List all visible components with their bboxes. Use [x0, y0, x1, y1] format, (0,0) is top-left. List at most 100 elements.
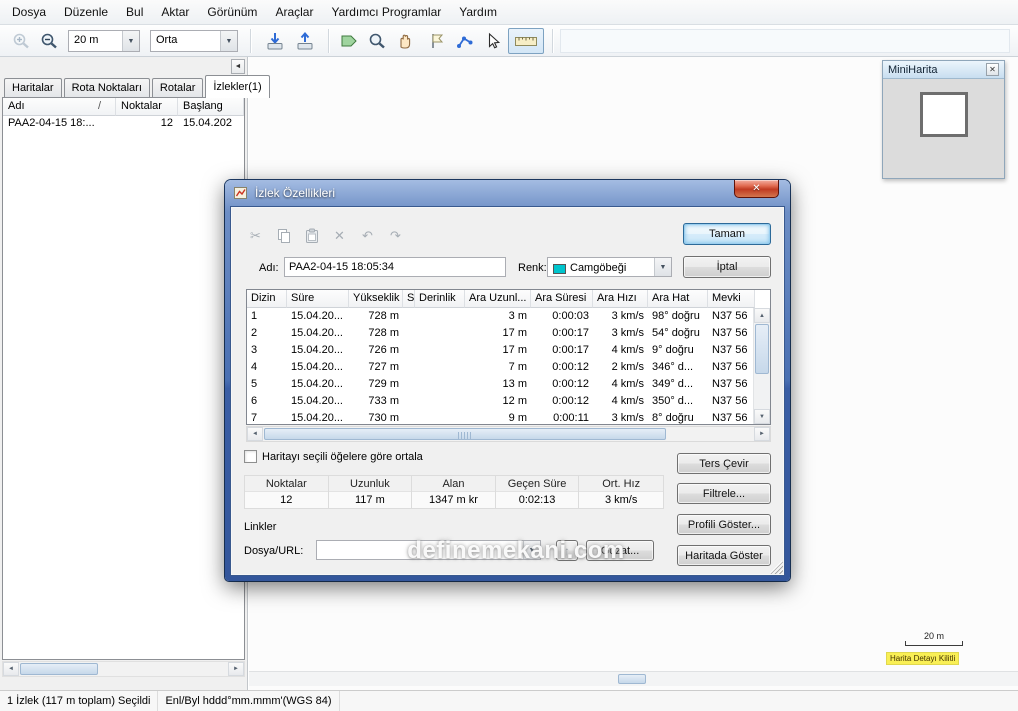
track-table-row[interactable]: 715.04.20...730 m9 m0:00:113 km/s8° doğr…: [247, 410, 753, 424]
track-column-header-6[interactable]: Ara Süresi: [531, 290, 593, 308]
track-cell-1-0: 2: [247, 325, 287, 342]
sidebar: ◄ HaritalarRota NoktalarıRotalarİzlekler…: [0, 57, 248, 690]
dropdown-arrow-icon[interactable]: ▼: [654, 258, 671, 276]
scrollbar-thumb[interactable]: [618, 674, 646, 684]
dropdown-arrow-icon[interactable]: ▼: [220, 31, 237, 51]
file-url-combo[interactable]: ▼: [316, 540, 541, 560]
menu-item-4[interactable]: Görünüm: [198, 1, 266, 23]
track-table-row[interactable]: 515.04.20...729 m13 m0:00:124 km/s349° d…: [247, 376, 753, 393]
track-table-row[interactable]: 115.04.20...728 m3 m0:00:033 km/s98° doğ…: [247, 308, 753, 325]
menu-item-5[interactable]: Araçlar: [266, 1, 322, 23]
sidebar-collapse-button[interactable]: ◄: [231, 59, 245, 74]
menu-item-2[interactable]: Bul: [117, 1, 152, 23]
track-points-table[interactable]: DizinSüreYükseklikSDerinlikAra Uzunl...A…: [246, 289, 771, 425]
flag-tool-button[interactable]: [424, 28, 450, 54]
scrollbar-thumb[interactable]: [755, 324, 769, 374]
label-tool-button[interactable]: [336, 28, 362, 54]
track-table-row[interactable]: 415.04.20...727 m7 m0:00:122 km/s346° d.…: [247, 359, 753, 376]
dropdown-arrow-icon[interactable]: ▼: [523, 541, 540, 559]
cut-button[interactable]: ✂: [245, 226, 266, 246]
track-column-header-7[interactable]: Ara Hızı: [593, 290, 648, 308]
minimap-viewport[interactable]: [920, 92, 968, 137]
dropdown-arrow-icon[interactable]: ▼: [122, 31, 139, 51]
track-column-header-5[interactable]: Ara Uzunl...: [465, 290, 531, 308]
scroll-right-button[interactable]: ►: [754, 427, 770, 441]
track-cell-3-7: 2 km/s: [593, 359, 648, 376]
track-column-header-2[interactable]: Yükseklik: [349, 290, 403, 308]
sidebar-tab-1[interactable]: Rota Noktaları: [64, 78, 150, 98]
dialog-resize-grip[interactable]: [770, 561, 783, 574]
scroll-down-button[interactable]: ▼: [754, 409, 770, 424]
scroll-left-button[interactable]: ◄: [247, 427, 263, 441]
track-table-horizontal-scrollbar[interactable]: ◄ ►: [246, 426, 771, 442]
menu-item-3[interactable]: Aktar: [152, 1, 198, 23]
zoom-out-button[interactable]: [36, 28, 62, 54]
scrollbar-thumb[interactable]: [20, 663, 98, 675]
sidebar-tab-3[interactable]: İzlekler(1): [205, 75, 269, 98]
menu-item-7[interactable]: Yardım: [450, 1, 506, 23]
ruler-tool-button[interactable]: [508, 28, 544, 54]
sidebar-horizontal-scrollbar[interactable]: ◄ ►: [2, 661, 245, 677]
ok-button[interactable]: Tamam: [683, 223, 771, 245]
color-combo[interactable]: Camgöbeği ▼: [547, 257, 672, 277]
filter-button[interactable]: Filtrele...: [677, 483, 771, 504]
copy-button[interactable]: [273, 226, 294, 246]
undo-button[interactable]: ↶: [357, 226, 378, 246]
scroll-up-button[interactable]: ▲: [754, 308, 770, 323]
dialog-titlebar[interactable]: İzlek Özellikleri ✕: [230, 180, 785, 206]
route-tool-button[interactable]: [452, 28, 478, 54]
track-column-header-3[interactable]: S: [403, 290, 415, 308]
reverse-button[interactable]: Ters Çevir: [677, 453, 771, 474]
scroll-right-button[interactable]: ►: [228, 662, 244, 676]
menu-item-1[interactable]: Düzenle: [55, 1, 117, 23]
menu-item-6[interactable]: Yardımcı Programlar: [322, 1, 450, 23]
track-column-header-0[interactable]: Dizin: [247, 290, 287, 308]
track-column-header-9[interactable]: Mevki: [708, 290, 755, 308]
menu-item-0[interactable]: Dosya: [3, 1, 55, 23]
zoom-in-button[interactable]: [8, 28, 34, 54]
track-table-vertical-scrollbar[interactable]: ▲ ▼: [753, 308, 770, 424]
browse-button[interactable]: Gözat...: [586, 540, 654, 561]
track-column-header-4[interactable]: Derinlik: [415, 290, 465, 308]
sidebar-tab-0[interactable]: Haritalar: [4, 78, 62, 98]
track-cell-0-2: 728 m: [349, 308, 403, 325]
track-column-header-1[interactable]: Süre: [287, 290, 349, 308]
map-scale-combo[interactable]: 20 m ▼: [68, 30, 140, 52]
center-on-selection-checkbox[interactable]: [244, 450, 257, 463]
sidebar-column-header-1[interactable]: Noktalar: [116, 98, 178, 116]
gps-upload-button[interactable]: [292, 28, 318, 54]
track-name-input[interactable]: PAA2-04-15 18:05:34: [284, 257, 506, 277]
show-profile-button[interactable]: Profili Göster...: [677, 514, 771, 535]
scrollbar-thumb[interactable]: [264, 428, 666, 440]
pan-tool-button[interactable]: [392, 28, 418, 54]
open-link-button[interactable]: ↑: [556, 540, 578, 561]
quality-combo[interactable]: Orta ▼: [150, 30, 238, 52]
links-group-label: Linkler: [244, 521, 276, 533]
cancel-button[interactable]: İptal: [683, 256, 771, 278]
map-horizontal-scrollbar[interactable]: [249, 671, 1018, 686]
sidebar-column-header-2[interactable]: Başlang: [178, 98, 244, 116]
map-scale-line: [905, 641, 963, 646]
gps-download-icon: [265, 31, 285, 51]
track-cell-6-5: 9 m: [465, 410, 531, 424]
sidebar-tab-2[interactable]: Rotalar: [152, 78, 203, 98]
sidebar-list-row[interactable]: PAA2-04-15 18:...1215.04.202: [3, 116, 244, 132]
scroll-left-button[interactable]: ◄: [3, 662, 19, 676]
minimap-close-button[interactable]: ✕: [986, 63, 999, 76]
track-table-row[interactable]: 615.04.20...733 m12 m0:00:124 km/s350° d…: [247, 393, 753, 410]
show-on-map-button[interactable]: Haritada Göster: [677, 545, 771, 566]
redo-button[interactable]: ↷: [385, 226, 406, 246]
delete-button[interactable]: ✕: [329, 226, 350, 246]
dialog-close-button[interactable]: ✕: [734, 180, 779, 198]
sidebar-cell-0-0: PAA2-04-15 18:...: [3, 116, 116, 132]
gps-download-button[interactable]: [262, 28, 288, 54]
track-table-row[interactable]: 215.04.20...728 m17 m0:00:173 km/s54° do…: [247, 325, 753, 342]
sidebar-column-header-0[interactable]: Adı/: [3, 98, 116, 116]
track-column-header-8[interactable]: Ara Hat: [648, 290, 708, 308]
track-cell-1-9: N37 56: [708, 325, 753, 342]
magnifier-tool-button[interactable]: [364, 28, 390, 54]
select-tool-button[interactable]: [480, 28, 506, 54]
track-table-row[interactable]: 315.04.20...726 m17 m0:00:174 km/s9° doğ…: [247, 342, 753, 359]
paste-button[interactable]: [301, 226, 322, 246]
gps-upload-icon: [295, 31, 315, 51]
